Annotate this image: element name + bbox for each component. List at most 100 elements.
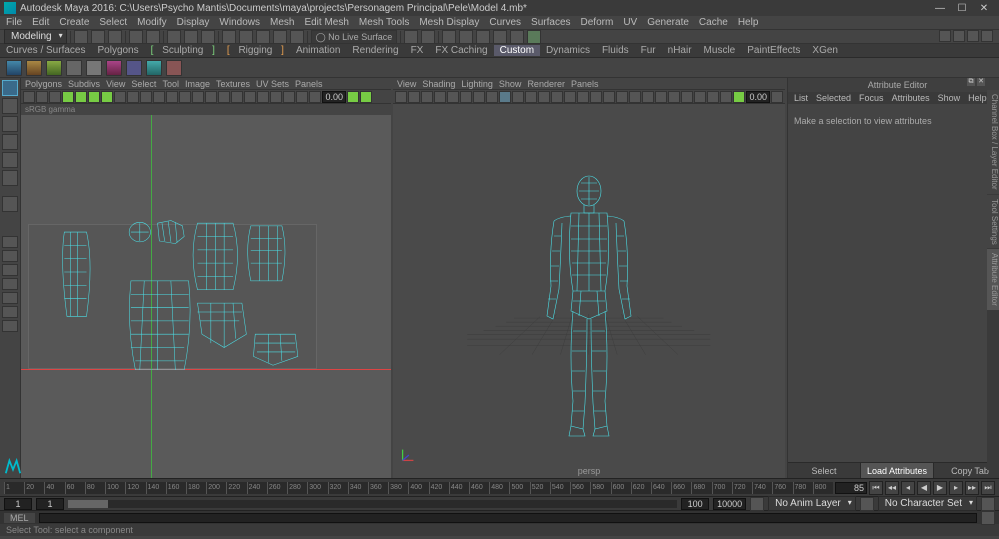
pt-exp1[interactable]: [629, 91, 641, 103]
script-lang-toggle[interactable]: MEL: [4, 513, 35, 523]
tab-polygons[interactable]: Polygons: [91, 45, 144, 56]
side-attribute-editor[interactable]: Attribute Editor: [987, 249, 999, 310]
menu-display[interactable]: Display: [173, 17, 214, 28]
side-toolsettings[interactable]: Tool Settings: [987, 195, 999, 249]
uvt-rotate-cw[interactable]: [88, 91, 100, 103]
go-start-button[interactable]: ⏮: [869, 481, 883, 495]
pt-exp5[interactable]: [681, 91, 693, 103]
ipr-render-icon[interactable]: [459, 30, 473, 44]
sel-component-icon[interactable]: [201, 30, 215, 44]
shelf-icon-8[interactable]: [146, 60, 162, 76]
uvt-wireframe[interactable]: [296, 91, 308, 103]
pt-lock-camera[interactable]: [408, 91, 420, 103]
menu-surfaces[interactable]: Surfaces: [527, 17, 574, 28]
menu-mesh-display[interactable]: Mesh Display: [415, 17, 483, 28]
menu-deform[interactable]: Deform: [577, 17, 618, 28]
shelf-icon-3[interactable]: [46, 60, 62, 76]
menu-generate[interactable]: Generate: [643, 17, 693, 28]
ae-help[interactable]: Help: [968, 93, 987, 103]
pm-renderer[interactable]: Renderer: [527, 79, 565, 89]
uvt-arrow-l[interactable]: [153, 91, 165, 103]
ws-toggle-2[interactable]: [953, 30, 965, 42]
ae-load-btn[interactable]: Load Attributes: [861, 462, 934, 478]
sel-hierarchy-icon[interactable]: [167, 30, 181, 44]
uv-menu-select[interactable]: Select: [131, 79, 156, 89]
render-view-icon[interactable]: [510, 30, 524, 44]
shelf-icon-1[interactable]: [6, 60, 22, 76]
menu-create[interactable]: Create: [55, 17, 93, 28]
construction-history-icon[interactable]: [421, 30, 435, 44]
snap-point-icon[interactable]: [256, 30, 270, 44]
pt-grid[interactable]: [473, 91, 485, 103]
pm-view[interactable]: View: [397, 79, 416, 89]
shelf-icon-2[interactable]: [26, 60, 42, 76]
uvt-arrow-d[interactable]: [192, 91, 204, 103]
step-fwd-key-button[interactable]: ▸▸: [965, 481, 979, 495]
tab-fur[interactable]: Fur: [635, 45, 662, 56]
character-set-dropdown[interactable]: No Character Set: [878, 496, 977, 511]
side-channelbox[interactable]: Channel Box / Layer Editor: [987, 90, 999, 194]
uv-menu-polygons[interactable]: Polygons: [25, 79, 62, 89]
tab-fluids[interactable]: Fluids: [596, 45, 635, 56]
pt-exp8[interactable]: [720, 91, 732, 103]
uvt-shaded[interactable]: [283, 91, 295, 103]
uvt-3[interactable]: [49, 91, 61, 103]
menu-uv[interactable]: UV: [619, 17, 641, 28]
uv-viewport[interactable]: [21, 115, 391, 478]
play-fwd-button[interactable]: ▶: [933, 481, 947, 495]
layout-single[interactable]: [2, 236, 18, 248]
uvt-toggle-b[interactable]: [360, 91, 372, 103]
ws-toggle-3[interactable]: [967, 30, 979, 42]
persp-viewport[interactable]: persp: [393, 104, 785, 478]
snap-curve-icon[interactable]: [239, 30, 253, 44]
history-toggle-icon[interactable]: [404, 30, 418, 44]
pt-select-camera[interactable]: [395, 91, 407, 103]
shelf-icon-4[interactable]: [66, 60, 82, 76]
range-end-out[interactable]: 10000: [713, 498, 746, 510]
pt-xray-joints[interactable]: [616, 91, 628, 103]
ae-select-btn[interactable]: Select: [788, 462, 861, 478]
ae-popout-icon[interactable]: ⧉: [967, 78, 975, 86]
scale-tool[interactable]: [2, 170, 18, 186]
range-start-out[interactable]: 1: [4, 498, 32, 510]
tab-sculpting[interactable]: [ Sculpting ]: [145, 45, 221, 56]
render-frame-icon[interactable]: [442, 30, 456, 44]
lasso-tool[interactable]: [2, 98, 18, 114]
snap-live-icon[interactable]: [290, 30, 304, 44]
tab-custom[interactable]: Custom: [494, 45, 540, 56]
snap-plane-icon[interactable]: [273, 30, 287, 44]
uv-menu-image[interactable]: Image: [185, 79, 210, 89]
ae-focus[interactable]: Focus: [859, 93, 884, 103]
pt-isolate[interactable]: [590, 91, 602, 103]
uv-menu-textures[interactable]: Textures: [216, 79, 250, 89]
menu-edit-mesh[interactable]: Edit Mesh: [300, 17, 352, 28]
tab-xgen[interactable]: XGen: [806, 45, 844, 56]
tab-painteffects[interactable]: PaintEffects: [741, 45, 806, 56]
menu-edit[interactable]: Edit: [28, 17, 53, 28]
tab-rigging[interactable]: [ Rigging ]: [221, 45, 290, 56]
menu-modify[interactable]: Modify: [133, 17, 170, 28]
shelf-icon-5[interactable]: [86, 60, 102, 76]
pt-exp10[interactable]: [771, 91, 783, 103]
minimize-button[interactable]: —: [929, 1, 951, 15]
uvt-7[interactable]: [140, 91, 152, 103]
pt-exp4[interactable]: [668, 91, 680, 103]
pt-2d-pan[interactable]: [447, 91, 459, 103]
tab-dynamics[interactable]: Dynamics: [540, 45, 596, 56]
pt-resolution-gate[interactable]: [499, 91, 511, 103]
pt-exp3[interactable]: [655, 91, 667, 103]
tab-nhair[interactable]: nHair: [662, 45, 698, 56]
uvt-image[interactable]: [257, 91, 269, 103]
range-loop-icon[interactable]: [750, 497, 764, 511]
close-button[interactable]: ✕: [973, 1, 995, 15]
open-scene-icon[interactable]: [91, 30, 105, 44]
uvt-soft-value[interactable]: 0.00: [322, 91, 346, 103]
layout-persp-graph[interactable]: [2, 320, 18, 332]
range-track[interactable]: [68, 500, 677, 508]
pm-show[interactable]: Show: [499, 79, 522, 89]
uvt-grid[interactable]: [205, 91, 217, 103]
menu-mesh[interactable]: Mesh: [266, 17, 298, 28]
menu-windows[interactable]: Windows: [215, 17, 264, 28]
live-surface-field[interactable]: ◯ No Live Surface: [311, 30, 398, 44]
ws-toggle-1[interactable]: [939, 30, 951, 42]
